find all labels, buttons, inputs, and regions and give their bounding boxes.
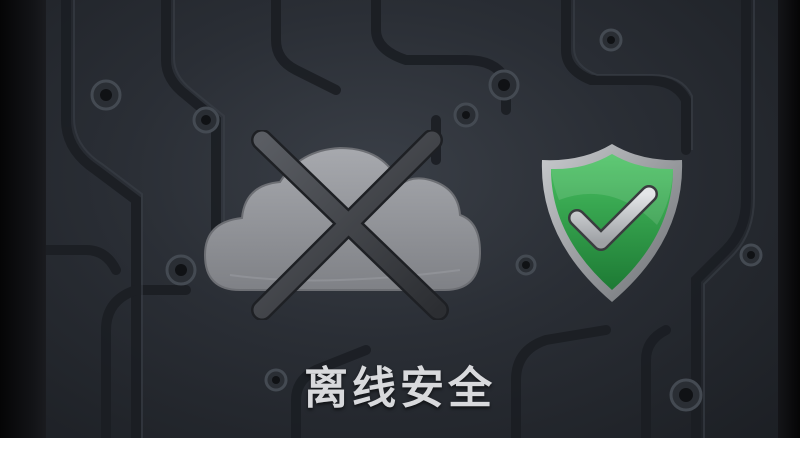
device-frame: 离线安全 — [0, 0, 800, 450]
shield-check-icon — [537, 140, 687, 305]
cloud-offline-icon — [200, 129, 490, 321]
bottom-margin — [0, 438, 800, 450]
caption-title: 离线安全 — [304, 363, 496, 414]
